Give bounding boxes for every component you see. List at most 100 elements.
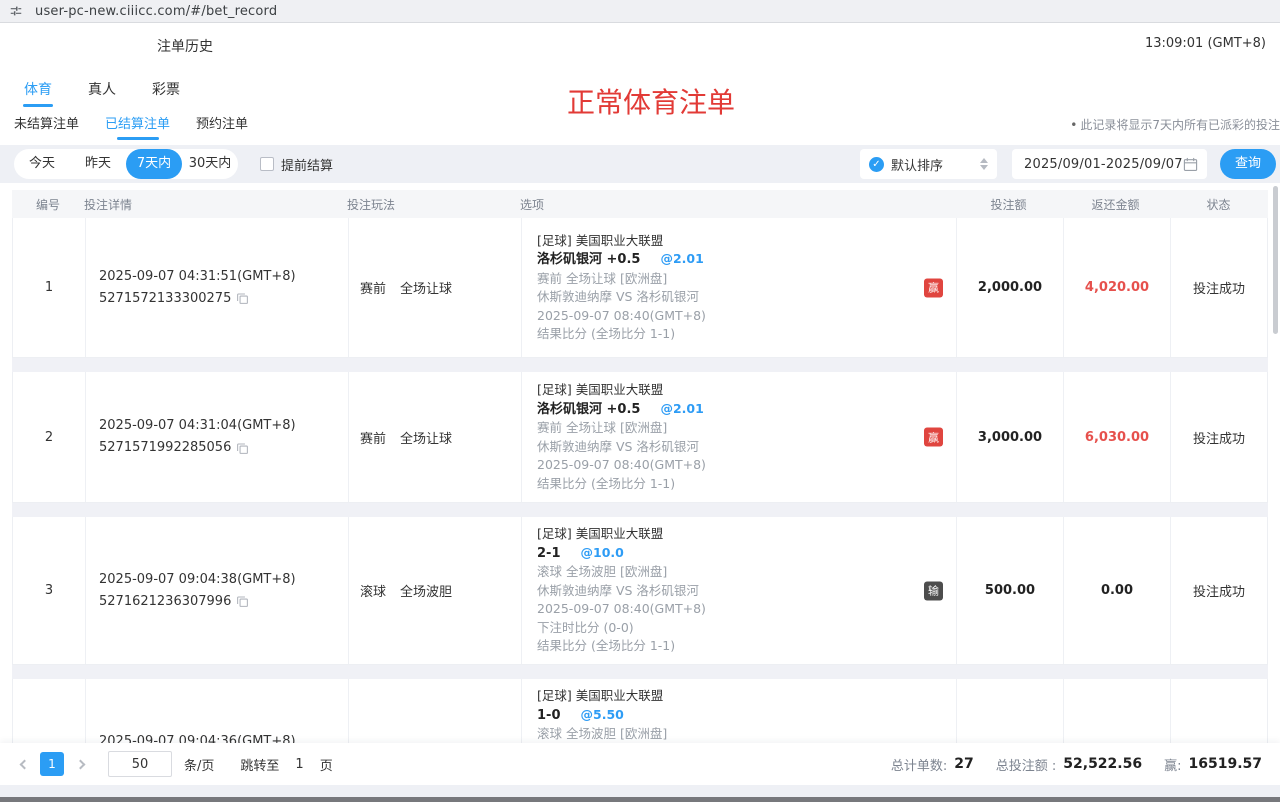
bet-detail-cell: 2025-09-07 04:31:51(GMT+8) 5271572133300… <box>85 218 348 357</box>
row-number: 3 <box>13 517 85 664</box>
option-line: 滚球 全场波胆 [欧洲盘] <box>537 725 706 744</box>
row-number: 2 <box>13 372 85 502</box>
total-count-label: 总计单数: <box>891 755 947 774</box>
record-notice: •此记录将显示7天内所有已派彩的投注 <box>1070 116 1280 133</box>
bet-id: 5271621236307996 <box>99 591 231 613</box>
row-number: 1 <box>13 218 85 357</box>
col-header-play: 投注玩法 <box>347 196 520 213</box>
copy-icon[interactable] <box>236 595 249 608</box>
play-cell: 赛前全场让球 <box>348 372 521 502</box>
option-odds: @2.01 <box>660 251 703 266</box>
stake-amount: 500.00 <box>956 517 1063 664</box>
bottom-dark-bar <box>0 797 1280 802</box>
annotation-normal-sports-bets: 正常体育注单 <box>567 81 735 121</box>
bet-time: 2025-09-07 04:31:04(GMT+8) <box>99 415 296 437</box>
page-1-button[interactable]: 1 <box>40 752 64 776</box>
bet-status: 投注成功 <box>1170 517 1267 664</box>
result-badge-lose: 输 <box>924 581 943 600</box>
vertical-scrollbar[interactable] <box>1273 186 1278 334</box>
date-range-input[interactable]: 2025/09/01-2025/09/07 <box>1012 149 1207 179</box>
filter-today[interactable]: 今天 <box>14 149 70 179</box>
screen: user-pc-new.ciiicc.com/#/bet_record 注单历史… <box>0 0 1280 802</box>
option-line: 2025-09-07 08:40(GMT+8) <box>537 600 706 619</box>
bet-id: 5271571992285056 <box>99 437 231 459</box>
option-line: 2025-09-07 08:40(GMT+8) <box>537 307 706 326</box>
subtab-reserved[interactable]: 预约注单 <box>196 113 248 141</box>
play-cell: 赛前全场让球 <box>348 218 521 357</box>
col-header-detail: 投注详情 <box>84 196 347 213</box>
option-pick: 洛杉矶银河 +0.5 <box>537 252 640 267</box>
next-page-button[interactable] <box>70 752 90 776</box>
option-line: 赛前 全场让球 [欧洲盘] <box>537 419 706 438</box>
col-header-option: 选项 <box>520 196 955 213</box>
jump-to-label: 跳转至 <box>240 755 279 774</box>
total-stake-value: 52,522.56 <box>1063 756 1142 772</box>
payout-amount: 4,020.00 <box>1063 218 1170 357</box>
option-league: [足球] 美国职业大联盟 <box>537 687 706 706</box>
copy-icon[interactable] <box>236 442 249 455</box>
copy-icon[interactable] <box>236 292 249 305</box>
notice-text: 此记录将显示7天内所有已派彩的投注 <box>1080 118 1280 132</box>
search-button[interactable]: 查询 <box>1220 149 1276 179</box>
bet-status: 投注成功 <box>1170 218 1267 357</box>
filter-yesterday[interactable]: 昨天 <box>70 149 126 179</box>
option-pick: 1-0 <box>537 708 561 723</box>
subtab-unsettled[interactable]: 未结算注单 <box>14 113 79 141</box>
option-line: 休斯敦迪纳摩 VS 洛杉矶银河 <box>537 288 706 307</box>
bet-detail-cell: 2025-09-07 04:31:04(GMT+8) 5271571992285… <box>85 372 348 502</box>
result-badge-win: 赢 <box>924 278 943 297</box>
tab-sports[interactable]: 体育 <box>24 79 52 107</box>
option-cell: [足球] 美国职业大联盟 2-1@10.0 滚球 全场波胆 [欧洲盘] 休斯敦迪… <box>521 517 956 664</box>
sort-check-icon: ✓ <box>869 157 884 172</box>
bottom-strip <box>0 785 1280 797</box>
bet-table: 编号 投注详情 投注玩法 选项 投注额 返还金额 状态 1 2025-09-07… <box>12 190 1268 802</box>
subtab-settled[interactable]: 已结算注单 <box>105 113 170 141</box>
early-settle-label: 提前结算 <box>281 155 333 174</box>
row-separator <box>12 665 1268 679</box>
jump-page-value[interactable]: 1 <box>295 757 303 772</box>
play-stage: 赛前 <box>360 428 386 447</box>
total-win-label: 赢: <box>1164 755 1181 774</box>
table-row: 2 2025-09-07 04:31:04(GMT+8) 52715719922… <box>12 372 1268 503</box>
filter-30days[interactable]: 30天内 <box>182 149 238 179</box>
calendar-icon <box>1183 157 1198 172</box>
option-line: 休斯敦迪纳摩 VS 洛杉矶银河 <box>537 438 706 457</box>
option-line: 结果比分 (全场比分 1-1) <box>537 637 706 656</box>
server-time: 13:09:01 (GMT+8) <box>1145 36 1266 51</box>
site-settings-icon[interactable] <box>9 4 23 18</box>
filter-right-group: ✓ 默认排序 2025/09/01-2025/09/07 查询 <box>860 149 1276 179</box>
notice-bullet: • <box>1070 118 1077 132</box>
early-settle-checkbox-wrap[interactable]: 提前结算 <box>260 155 333 174</box>
option-line: 结果比分 (全场比分 1-1) <box>537 475 706 494</box>
payout-amount: 6,030.00 <box>1063 372 1170 502</box>
summary-totals: 总计单数: 27 总投注额 : 52,522.56 赢: 16519.57 <box>891 755 1266 774</box>
prev-page-button[interactable] <box>14 752 34 776</box>
option-pick: 2-1 <box>537 546 561 561</box>
filter-7days[interactable]: 7天内 <box>126 149 182 179</box>
sort-caret-icon <box>980 158 988 170</box>
page-size-input[interactable] <box>108 751 172 777</box>
tab-lottery[interactable]: 彩票 <box>152 79 180 107</box>
option-line: 滚球 全场波胆 [欧洲盘] <box>537 563 706 582</box>
col-header-payout: 返还金额 <box>1062 196 1169 213</box>
tab-live[interactable]: 真人 <box>88 79 116 107</box>
url-text[interactable]: user-pc-new.ciiicc.com/#/bet_record <box>35 4 277 19</box>
stake-amount: 2,000.00 <box>956 218 1063 357</box>
date-quick-filters: 今天 昨天 7天内 30天内 <box>14 149 238 179</box>
page-unit-label: 页 <box>320 755 333 774</box>
play-type: 全场让球 <box>400 428 452 447</box>
row-separator <box>12 358 1268 372</box>
stake-amount: 3,000.00 <box>956 372 1063 502</box>
col-header-no: 编号 <box>12 196 84 213</box>
total-stake-label: 总投注额 : <box>996 755 1057 774</box>
page-title: 注单历史 <box>157 36 213 56</box>
early-settle-checkbox[interactable] <box>260 157 274 171</box>
browser-url-bar[interactable]: user-pc-new.ciiicc.com/#/bet_record <box>0 0 1280 23</box>
option-cell: [足球] 美国职业大联盟 洛杉矶银河 +0.5@2.01 赛前 全场让球 [欧洲… <box>521 372 956 502</box>
per-page-label: 条/页 <box>184 755 214 774</box>
result-badge-win: 赢 <box>924 428 943 447</box>
bet-detail-cell: 2025-09-07 09:04:38(GMT+8) 5271621236307… <box>85 517 348 664</box>
play-type: 全场让球 <box>400 278 452 297</box>
sort-selected-label: 默认排序 <box>891 155 943 174</box>
sort-select[interactable]: ✓ 默认排序 <box>860 149 997 179</box>
